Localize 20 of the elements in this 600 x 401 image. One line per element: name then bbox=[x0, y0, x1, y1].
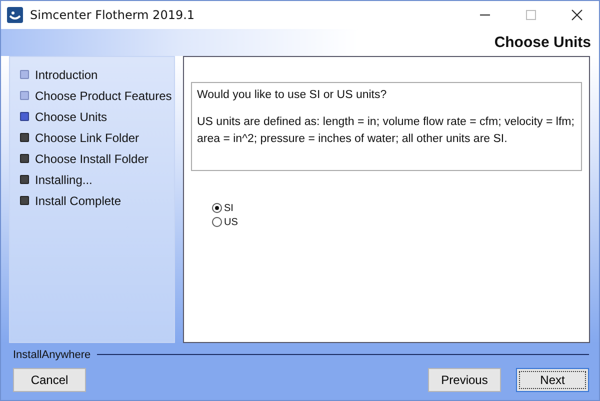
step-label: Choose Install Folder bbox=[35, 152, 148, 166]
step-label: Choose Link Folder bbox=[35, 130, 140, 144]
step-label: Choose Product Features bbox=[35, 88, 172, 102]
page-heading: Choose Units bbox=[494, 34, 591, 51]
step-label: Choose Units bbox=[35, 110, 108, 124]
units-description: US units are defined as: length = in; volume flow rate = cfm; velocity = lfm; area = in^2; pressure = inches of water; all other units are SI. bbox=[197, 115, 576, 148]
step-label: Installing... bbox=[35, 172, 92, 186]
brand-label: InstallAnywhere bbox=[13, 348, 91, 360]
app-icon bbox=[7, 7, 23, 23]
previous-button[interactable]: Previous bbox=[428, 368, 501, 392]
next-button[interactable]: Next bbox=[516, 368, 589, 392]
unit-radio[interactable]: US bbox=[212, 215, 238, 229]
cancel-button[interactable]: Cancel bbox=[13, 368, 86, 392]
question-text: Would you like to use SI or US units? bbox=[197, 89, 388, 101]
maximize-icon bbox=[525, 9, 537, 21]
step-label: Introduction bbox=[35, 68, 98, 82]
window-title: Simcenter Flotherm 2019.1 bbox=[30, 8, 195, 22]
step-label: Install Complete bbox=[35, 194, 122, 208]
unit-radio[interactable]: SI bbox=[212, 201, 234, 215]
close-icon[interactable] bbox=[571, 9, 583, 21]
